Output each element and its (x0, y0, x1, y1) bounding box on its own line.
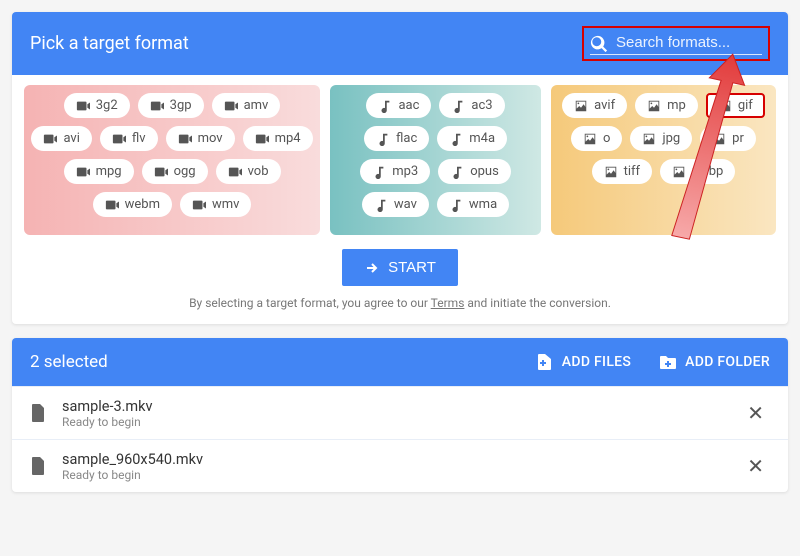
file-row: sample_960x540.mkvReady to begin✕ (12, 439, 788, 492)
image-icon (604, 165, 618, 179)
remove-file-button[interactable]: ✕ (739, 397, 772, 429)
format-chip-jpg[interactable]: jpg (630, 126, 692, 151)
image-icon (718, 99, 732, 113)
file-list-card: 2 selected ADD FILES ADD FOLDER sample-3… (12, 338, 788, 492)
format-header: Pick a target format (12, 12, 788, 75)
video-icon (192, 198, 206, 212)
search-box[interactable] (582, 26, 770, 61)
format-chip-webm[interactable]: webm (93, 192, 172, 217)
file-status: Ready to begin (62, 415, 739, 429)
start-button[interactable]: START (342, 249, 458, 286)
file-add-icon (536, 353, 554, 371)
video-icon (178, 132, 192, 146)
format-chip-amv[interactable]: amv (212, 93, 281, 118)
audio-icon (374, 198, 388, 212)
format-chip-3g2[interactable]: 3g2 (64, 93, 130, 118)
video-icon (76, 165, 90, 179)
selected-count: 2 selected (30, 352, 108, 372)
format-chip-flac[interactable]: flac (364, 126, 429, 151)
format-chip-webp[interactable]: webp (660, 159, 735, 184)
format-chip-mp[interactable]: mp (635, 93, 698, 118)
format-chip-aac[interactable]: aac (366, 93, 431, 118)
add-files-button[interactable]: ADD FILES (536, 353, 631, 371)
search-input[interactable] (612, 30, 762, 57)
video-icon (43, 132, 57, 146)
audio-icon (376, 132, 390, 146)
image-icon (583, 132, 597, 146)
video-icon (228, 165, 242, 179)
format-groups: 3g2 3gp amv aviflvmov mp4 mpgoggvob webmwmv aa… (12, 75, 788, 243)
image-icon (642, 132, 656, 146)
audio-icon (449, 132, 463, 146)
image-icon (574, 99, 588, 113)
terms-text: By selecting a target format, you agree … (12, 296, 788, 324)
video-icon (224, 99, 238, 113)
terms-link[interactable]: Terms (431, 296, 465, 310)
format-chip-tiff[interactable]: tiff (592, 159, 652, 184)
format-chip-avif[interactable]: avif (562, 93, 627, 118)
audio-icon (449, 198, 463, 212)
remove-file-button[interactable]: ✕ (739, 450, 772, 482)
folder-add-icon (659, 353, 677, 371)
video-icon (105, 198, 119, 212)
group-audio: aac ac3 flac m4a mp3 opuswavwma (330, 85, 541, 235)
file-header: 2 selected ADD FILES ADD FOLDER (12, 338, 788, 386)
video-icon (154, 165, 168, 179)
format-chip-ogg[interactable]: ogg (142, 159, 208, 184)
add-folder-button[interactable]: ADD FOLDER (659, 353, 770, 371)
format-chip-wav[interactable]: wav (362, 192, 429, 217)
file-name: sample_960x540.mkv (62, 451, 739, 468)
format-chip-mp3[interactable]: mp3 (360, 159, 430, 184)
video-icon (112, 132, 126, 146)
format-picker-card: Pick a target format 3g23gpamvaviflvmovm… (12, 12, 788, 324)
audio-icon (451, 99, 465, 113)
format-chip-3gp[interactable]: 3gp (138, 93, 204, 118)
format-chip-mov[interactable]: mov (166, 126, 235, 151)
image-icon (647, 99, 661, 113)
format-chip-pr[interactable]: pr (700, 126, 756, 151)
video-icon (150, 99, 164, 113)
file-icon (28, 403, 48, 423)
format-chip-mp4[interactable]: mp4 (243, 126, 313, 151)
format-chip-o[interactable]: o (571, 126, 622, 151)
arrow-right-icon (364, 260, 380, 276)
start-label: START (388, 259, 436, 276)
image-icon (672, 165, 686, 179)
audio-icon (372, 165, 386, 179)
format-chip-vob[interactable]: vob (216, 159, 281, 184)
format-chip-mpg[interactable]: mpg (64, 159, 134, 184)
group-image: avifmpgif ojpgpr tiff webp (551, 85, 776, 235)
format-chip-wmv[interactable]: wmv (180, 192, 251, 217)
file-row: sample-3.mkvReady to begin✕ (12, 386, 788, 439)
format-chip-gif[interactable]: gif (706, 93, 765, 118)
format-chip-wma[interactable]: wma (437, 192, 509, 217)
audio-icon (450, 165, 464, 179)
file-status: Ready to begin (62, 468, 739, 482)
format-chip-avi[interactable]: avi (31, 126, 91, 151)
video-icon (76, 99, 90, 113)
search-icon (590, 35, 608, 53)
audio-icon (378, 99, 392, 113)
format-chip-ac3[interactable]: ac3 (439, 93, 504, 118)
format-chip-m4a[interactable]: m4a (437, 126, 507, 151)
file-name: sample-3.mkv (62, 398, 739, 415)
image-icon (712, 132, 726, 146)
format-chip-flv[interactable]: flv (100, 126, 158, 151)
format-chip-opus[interactable]: opus (438, 159, 511, 184)
video-icon (255, 132, 269, 146)
group-video: 3g2 3gp amv aviflvmov mp4 mpgoggvob webmwmv (24, 85, 320, 235)
file-icon (28, 456, 48, 476)
format-header-title: Pick a target format (30, 33, 189, 54)
